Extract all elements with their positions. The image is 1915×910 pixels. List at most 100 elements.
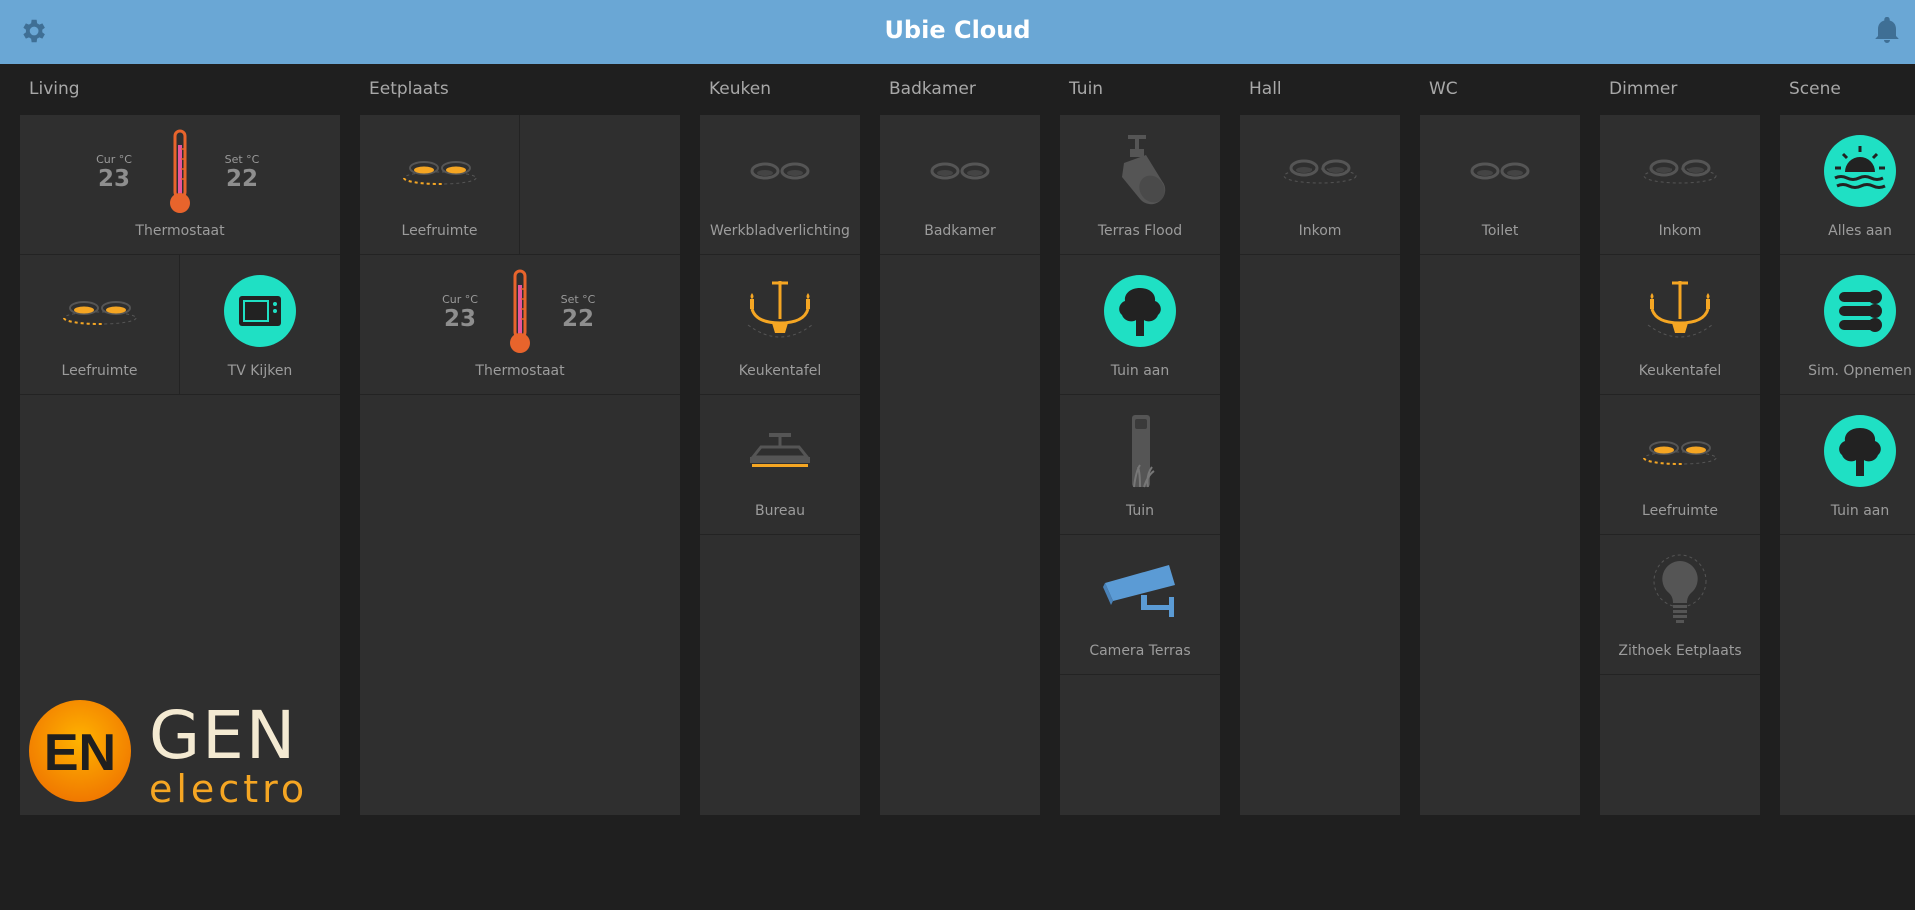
tile-label: Werkbladverlichting <box>710 223 850 239</box>
current-temp-value: 23 <box>97 166 130 192</box>
light-tile-badkamer[interactable]: Badkamer <box>880 115 1040 255</box>
tile-label: Alles aan <box>1828 223 1892 239</box>
column-panel: Inkom Keukentafel Leefruimte Zithoek Eet… <box>1600 115 1760 815</box>
set-temp-label: Set °C <box>224 153 260 166</box>
logo-text-electro: electro <box>149 767 308 808</box>
tile-label: Bureau <box>755 503 805 519</box>
ceiling-spots-on-icon <box>400 131 480 211</box>
dimmer-tile-zithoek-eetplaats[interactable]: Zithoek Eetplaats <box>1600 535 1760 675</box>
column-tuin: Tuin Terras Flood Tuin aan Tuin Camera T… <box>1060 76 1220 815</box>
light-tile-leefruimte[interactable]: Leefruimte <box>20 255 180 395</box>
tile-label: Keukentafel <box>738 363 822 379</box>
sunrise-scene-icon <box>1820 131 1900 211</box>
scene-tile-sim-opnemen[interactable]: Sim. Opnemen <box>1780 255 1915 395</box>
light-tile-werkbladverlichting[interactable]: Werkbladverlichting <box>700 115 860 255</box>
set-temp-value: 22 <box>225 166 258 192</box>
column-dimmer: Dimmer Inkom Keukentafel Leefruimte Zith… <box>1600 76 1760 815</box>
column-panel: Cur °C 23 Set °C 22 Thermostaat Leefruim… <box>20 115 340 815</box>
column-wc: WC Toilet <box>1420 76 1580 815</box>
column-title: Dimmer <box>1609 79 1678 99</box>
empty-tile <box>520 115 680 255</box>
dimmer-tile-leefruimte[interactable]: Leefruimte <box>1600 395 1760 535</box>
column-panel: Toilet <box>1420 115 1580 815</box>
ceiling-spots-off-icon <box>1280 131 1360 211</box>
current-temp-label: Cur °C <box>442 293 478 306</box>
dimmer-tile-keukentafel[interactable]: Keukentafel <box>1600 255 1760 395</box>
top-bar: Ubie Cloud <box>0 0 1915 64</box>
tile-label: Camera Terras <box>1089 643 1191 659</box>
tile-label: Sim. Opnemen <box>1808 363 1912 379</box>
bell-icon[interactable] <box>1875 17 1899 43</box>
dimmer-tile-inkom[interactable]: Inkom <box>1600 115 1760 255</box>
light-tile-inkom[interactable]: Inkom <box>1240 115 1400 255</box>
record-scene-icon <box>1820 271 1900 351</box>
set-temp-label: Set °C <box>560 293 596 306</box>
floodlight-icon <box>1100 131 1180 211</box>
tile-label: Inkom <box>1298 223 1342 239</box>
scene-tile-tuin-aan[interactable]: Tuin aan <box>1780 395 1915 535</box>
column-badkamer: Badkamer Badkamer <box>880 76 1040 815</box>
scene-tile-tuin-aan[interactable]: Tuin aan <box>1060 255 1220 395</box>
tree-scene-icon <box>1820 411 1900 491</box>
security-camera-icon <box>1100 551 1180 631</box>
garden-post-light-icon <box>1100 411 1180 491</box>
thermometer-icon <box>170 129 190 213</box>
current-temp-label: Cur °C <box>96 153 132 166</box>
tile-label: Keukentafel <box>1638 363 1722 379</box>
ceiling-spots-off-icon <box>1460 131 1540 211</box>
tile-label: Terras Flood <box>1097 223 1183 239</box>
column-title: Scene <box>1789 79 1841 99</box>
tile-label: Leefruimte <box>1642 503 1718 519</box>
light-tile-toilet[interactable]: Toilet <box>1420 115 1580 255</box>
column-panel: Terras Flood Tuin aan Tuin Camera Terras <box>1060 115 1220 815</box>
tv-scene-icon <box>220 271 300 351</box>
current-temp-value: 23 <box>443 306 476 332</box>
tile-label: Leefruimte <box>61 363 138 379</box>
light-tile-keukentafel[interactable]: Keukentafel <box>700 255 860 395</box>
set-temp-value: 22 <box>561 306 594 332</box>
column-living: Living Cur °C 23 Set °C 22 Thermostaat L… <box>20 76 340 815</box>
column-title: Hall <box>1249 79 1282 99</box>
column-scene: Scene Alles aan Sim. Opnemen Tuin aan <box>1780 76 1915 815</box>
chandelier-icon <box>1640 271 1720 351</box>
tile-label: Thermostaat <box>475 363 565 379</box>
tile-label: Tuin aan <box>1110 363 1170 379</box>
scene-tile-tv-kijken[interactable]: TV Kijken <box>180 255 340 395</box>
column-panel: Werkbladverlichting Keukentafel Bureau <box>700 115 860 815</box>
ceiling-spots-on-icon <box>1640 411 1720 491</box>
tile-label: TV Kijken <box>227 363 293 379</box>
column-title: Keuken <box>709 79 772 99</box>
tree-scene-icon <box>1100 271 1180 351</box>
ceiling-spots-on-icon <box>60 271 140 351</box>
ceiling-spots-off-icon <box>1640 131 1720 211</box>
light-tile-bureau[interactable]: Bureau <box>700 395 860 535</box>
thermostat-readout: Cur °C 23 Set °C 22 <box>360 269 680 359</box>
tile-label: Leefruimte <box>401 223 478 239</box>
thermostat-readout: Cur °C 23 Set °C 22 <box>20 129 340 219</box>
light-tile-tuin[interactable]: Tuin <box>1060 395 1220 535</box>
tile-label: Zithoek Eetplaats <box>1618 643 1742 659</box>
column-keuken: Keuken Werkbladverlichting Keukentafel B… <box>700 76 860 815</box>
column-title: Badkamer <box>889 79 976 99</box>
tile-label: Inkom <box>1658 223 1702 239</box>
ceiling-spots-off-icon <box>920 131 1000 211</box>
light-tile-terras-flood[interactable]: Terras Flood <box>1060 115 1220 255</box>
column-panel: Badkamer <box>880 115 1040 815</box>
column-title: Eetplaats <box>369 79 449 99</box>
gen-electro-logo: EN GEN electro <box>29 697 349 811</box>
column-eetplaats: Eetplaats Leefruimte Cur °C 23 Set °C 22… <box>360 76 680 815</box>
camera-tile-camera-terras[interactable]: Camera Terras <box>1060 535 1220 675</box>
tile-label: Thermostaat <box>135 223 225 239</box>
light-bulb-icon <box>1640 551 1720 631</box>
app-title: Ubie Cloud <box>884 16 1031 44</box>
ceiling-spots-off-icon <box>740 131 820 211</box>
tile-label: Badkamer <box>924 223 996 239</box>
logo-mark: EN <box>44 724 116 782</box>
scene-tile-alles-aan[interactable]: Alles aan <box>1780 115 1915 255</box>
chandelier-icon <box>740 271 820 351</box>
thermostat-tile[interactable]: Cur °C 23 Set °C 22 Thermostaat <box>360 255 680 395</box>
light-tile-leefruimte[interactable]: Leefruimte <box>360 115 520 255</box>
thermometer-icon <box>510 269 530 353</box>
thermostat-tile[interactable]: Cur °C 23 Set °C 22 Thermostaat <box>20 115 340 255</box>
column-panel: Alles aan Sim. Opnemen Tuin aan <box>1780 115 1915 815</box>
